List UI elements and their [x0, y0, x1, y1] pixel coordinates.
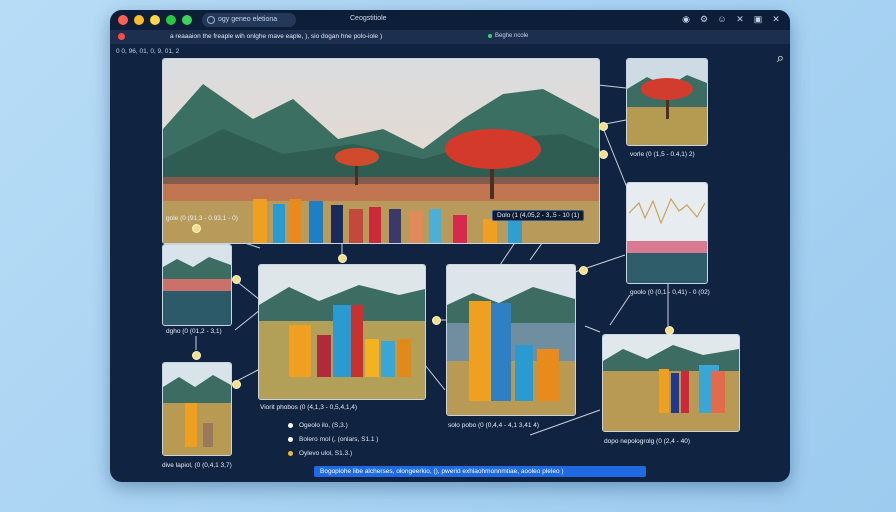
right-top-photo[interactable] [626, 58, 708, 146]
center-right-caption: solo pobo (0 (0,4,4 - 4,1 3,41 4) [448, 422, 540, 429]
bullet-icon [288, 450, 293, 456]
marker-pin[interactable] [579, 266, 588, 275]
right-mid-caption: goolo (0 (0,1 - 0,41) - 0 (02) [630, 289, 710, 296]
bullet-icon [288, 436, 293, 442]
left-bottom-photo[interactable] [162, 362, 232, 456]
list-item[interactable]: Ogeolo ilo, (S,3.) [288, 422, 348, 429]
list-item[interactable]: Oylevo ulol, S1.3.) [288, 450, 352, 457]
list-item[interactable]: Bolero mol (, (onlars, S1.1 ) [288, 436, 378, 443]
bullet-icon [288, 422, 293, 428]
marker-pin[interactable] [232, 380, 241, 389]
app-window: ogy geneo eletiona Ceogstitiole ◉ ⚙ ☺ ✕ … [110, 10, 790, 482]
marker-pin[interactable] [192, 224, 201, 233]
marker-pin[interactable] [432, 316, 441, 325]
right-mid-photo[interactable] [626, 182, 708, 284]
left-bottom-caption: dive lapiol, (0 (0,4,1 3,7) [162, 462, 232, 469]
center-left-photo[interactable] [258, 264, 426, 400]
right-top-caption: vorle (0 (1,5 - 0.4,1) 2) [630, 151, 695, 158]
left-mid-photo[interactable] [162, 244, 232, 326]
main-photo-caption: gole (0 (91,3 - 0.93,1 - 0) [166, 215, 238, 222]
right-bottom-caption: dopo nepologrolg (0 (2,4 - 40) [604, 438, 691, 445]
marker-pin[interactable] [338, 254, 347, 263]
center-right-photo[interactable] [446, 264, 576, 416]
center-left-caption: Viorit phobos (0 (4,1,3 - 0,5,4,1,4) [260, 404, 358, 411]
marker-pin[interactable] [599, 122, 608, 131]
right-bottom-photo[interactable] [602, 334, 740, 432]
left-mid-caption: dgho (0 (01,2 - 3,1) [166, 328, 222, 335]
marker-pin[interactable] [192, 351, 201, 360]
marker-pin[interactable] [232, 275, 241, 284]
dolo-caption: Dolo (1 (4,05,2 - 3,.5 - 10 (1) [492, 210, 585, 221]
marker-pin[interactable] [665, 326, 674, 335]
marker-pin[interactable] [599, 150, 608, 159]
selected-row[interactable]: Bogoplohe libe alcherses, olongeerkio, (… [314, 466, 646, 477]
